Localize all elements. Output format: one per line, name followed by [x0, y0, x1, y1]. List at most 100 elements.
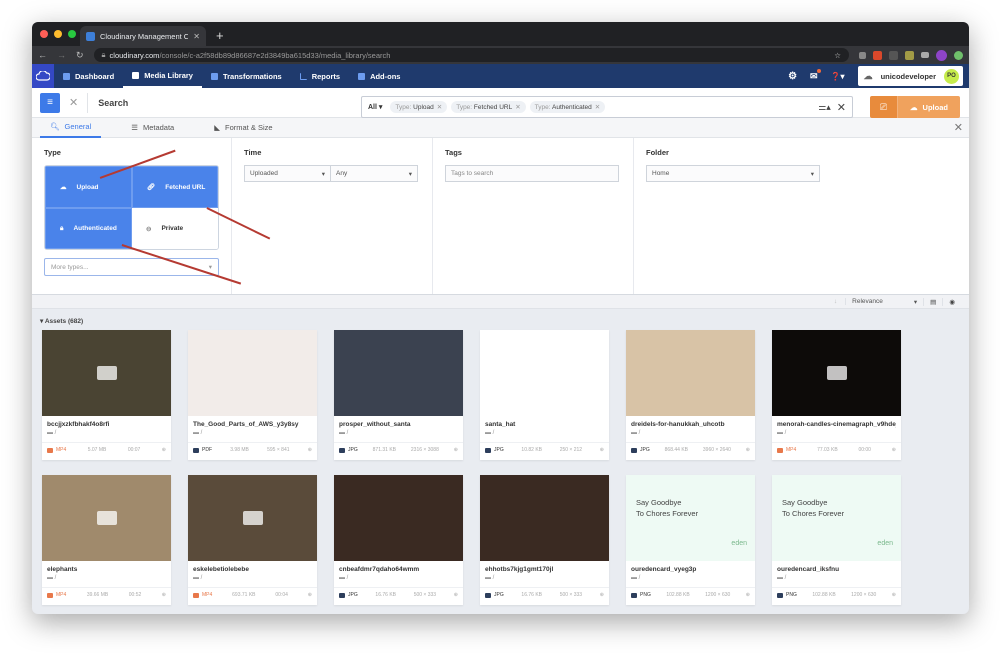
asset-card[interactable]: Say Goodbye To Chores Forever eden oureden… — [772, 475, 901, 605]
minimize-window-button[interactable] — [54, 30, 62, 38]
menu-toggle-button[interactable]: ≡ — [40, 92, 60, 113]
filter-chip[interactable]: Type: Fetched URL ✕ — [451, 101, 526, 113]
nav-media-library[interactable]: Media Library — [123, 64, 202, 88]
address-bar-row: ← → ↻ 🔒︎ cloudinary.com/console/c-a2f58d… — [32, 46, 969, 64]
asset-thumbnail[interactable]: Say Goodbye To Chores Forever eden — [772, 475, 901, 561]
clear-search-icon[interactable]: ✕ — [837, 101, 846, 114]
asset-name: The_Good_Parts_of_AWS_y3y8sy — [193, 421, 299, 428]
asset-card[interactable]: cnbeafdmr7qdaho64wmm ▬ / JPG 16.76 KB 50… — [334, 475, 463, 605]
import-button[interactable]: ⎚ — [870, 96, 898, 118]
advanced-filter-toggle-icon[interactable]: ⚌▴ — [818, 102, 831, 113]
type-fetched-url-option[interactable]: 🔗︎ Fetched URL — [132, 166, 218, 208]
browser-tab[interactable]: Cloudinary Management Console ✕ — [80, 26, 206, 46]
extension-icon[interactable] — [905, 50, 914, 60]
type-private-option[interactable]: ⊖ Private — [132, 208, 218, 249]
list-view-icon[interactable]: ▤ — [924, 297, 944, 306]
asset-thumbnail[interactable] — [480, 475, 609, 561]
upload-button[interactable]: ☁ Upload — [898, 96, 960, 118]
upload-label: Upload — [922, 102, 948, 112]
asset-format: MP4 — [777, 447, 796, 453]
remove-chip-icon[interactable]: ✕ — [595, 104, 600, 111]
asset-thumbnail[interactable] — [480, 330, 609, 416]
asset-thumbnail[interactable] — [188, 330, 317, 416]
asset-card[interactable]: menorah-candles-cinemagraph_v9hdej ▬ / M… — [772, 330, 901, 460]
reload-icon[interactable]: ↻ — [76, 50, 84, 61]
sort-direction-icon[interactable]: ↓ — [826, 298, 847, 305]
close-filter-panel-icon[interactable]: ✕ — [954, 121, 963, 134]
asset-thumbnail[interactable]: Say Goodbye To Chores Forever eden — [626, 475, 755, 561]
tab-label: Format & Size — [225, 123, 273, 132]
new-tab-button[interactable]: + — [216, 28, 224, 43]
asset-thumbnail[interactable] — [42, 330, 171, 416]
asset-card[interactable]: elephants ▬ / MP4 39.66 MB 00:52 ⊕ — [42, 475, 171, 605]
time-range-dropdown[interactable]: Any ▾ — [331, 165, 418, 182]
asset-card[interactable]: ehhotbs7kjg1gmt170jl ▬ / JPG 16.76 KB 50… — [480, 475, 609, 605]
nav-reports[interactable]: Reports — [291, 64, 349, 88]
nav-dashboard[interactable]: Dashboard — [54, 64, 123, 88]
sort-dropdown[interactable]: Relevance ▾ — [846, 297, 925, 306]
user-menu[interactable]: ☁ unicodeveloper PO — [857, 66, 963, 86]
assets-section-header[interactable]: ▾ Assets (682) — [32, 309, 969, 330]
nav-addons[interactable]: Add-ons — [349, 64, 409, 88]
asset-card[interactable]: prosper_without_santa ▬ / JPG 871.31 KB … — [334, 330, 463, 460]
nav-transformations[interactable]: Transformations — [202, 64, 291, 88]
extension-icon[interactable] — [954, 50, 963, 60]
nav-label: Reports — [311, 71, 341, 81]
remove-chip-icon[interactable]: ✕ — [437, 104, 442, 111]
extension-icon[interactable] — [889, 50, 898, 60]
asset-card[interactable]: Say Goodbye To Chores Forever eden oureden… — [626, 475, 755, 605]
back-icon[interactable]: ← — [38, 50, 47, 61]
asset-meta: MP4 77.03 KB 00:00 ⊕ — [772, 442, 901, 453]
asset-card[interactable]: dreidels-for-hanukkah_uhcotb ▬ / JPG 868… — [626, 330, 755, 460]
notifications-icon[interactable]: ✉ — [810, 68, 821, 82]
help-icon[interactable]: ❓▾ — [831, 72, 845, 81]
asset-thumbnail[interactable] — [334, 330, 463, 416]
filter-chip[interactable]: Type: Upload ✕ — [390, 101, 448, 113]
asset-thumbnail[interactable] — [188, 475, 317, 561]
asset-card[interactable]: bccjjxzkfbhakf4o8rfi ▬ / MP4 5.07 MB 00:… — [42, 330, 171, 460]
close-tab-icon[interactable]: ✕ — [193, 32, 200, 41]
extension-icon[interactable] — [859, 51, 866, 59]
close-search-icon[interactable]: ✕ — [69, 96, 78, 109]
asset-card[interactable]: eskelebetiolebebe ▬ / MP4 693.71 KB 00:0… — [188, 475, 317, 605]
tags-input[interactable]: Tags to search — [445, 165, 619, 182]
reading-list-icon[interactable] — [921, 52, 929, 58]
time-field-dropdown[interactable]: Uploaded ▾ — [244, 165, 331, 182]
preview-eye-icon[interactable]: ◉ — [943, 298, 961, 306]
asset-meta: PDF 3.98 MB 595 × 841 ⊕ — [188, 442, 317, 453]
type-authenticated-option[interactable]: 🔒︎ Authenticated — [45, 208, 132, 249]
profile-avatar[interactable] — [936, 49, 947, 61]
extension-icon[interactable] — [873, 50, 882, 60]
asset-format: PNG — [631, 592, 651, 598]
format-size-icon: ◣ — [214, 123, 221, 132]
asset-card[interactable]: santa_hat ▬ / JPG 10.82 KB 250 × 212 ⊕ — [480, 330, 609, 460]
tab-format-size[interactable]: ◣ Format & Size — [204, 118, 282, 138]
tab-metadata[interactable]: ☰ Metadata — [121, 118, 184, 138]
type-upload-option[interactable]: ☁ Upload — [45, 166, 132, 208]
asset-thumbnail[interactable] — [772, 330, 901, 416]
folder-icon: ▬ — [193, 575, 199, 581]
asset-card[interactable]: The_Good_Parts_of_AWS_y3y8sy ▬ / PDF 3.9… — [188, 330, 317, 460]
asset-thumbnail[interactable] — [334, 475, 463, 561]
asset-thumbnail[interactable] — [42, 475, 171, 561]
folder-dropdown[interactable]: Home ▾ — [646, 165, 820, 182]
asset-thumbnail[interactable] — [626, 330, 755, 416]
filter-chip[interactable]: Type: Authenticated ✕ — [529, 101, 606, 113]
type-label: Upload — [76, 183, 99, 191]
window-controls — [40, 30, 76, 38]
scope-dropdown[interactable]: All ▾ — [368, 103, 382, 111]
asset-dimensions: 595 × 841 — [267, 447, 290, 453]
addons-icon — [358, 72, 366, 80]
maximize-window-button[interactable] — [68, 30, 76, 38]
forward-icon[interactable]: → — [57, 50, 66, 61]
tab-general[interactable]: 🔍︎ General — [40, 118, 102, 138]
more-types-placeholder: More types... — [51, 263, 89, 271]
folder-value: Home — [652, 170, 670, 177]
url-field[interactable]: 🔒︎ cloudinary.com/console/c-a2f58db89d86… — [93, 48, 849, 62]
settings-gear-icon[interactable]: ⚙ — [788, 71, 797, 82]
search-query-box[interactable]: All ▾ Type: Upload ✕ Type: Fetched URL ✕ T… — [361, 96, 853, 118]
cloudinary-logo-icon[interactable] — [32, 64, 54, 88]
close-window-button[interactable] — [40, 30, 48, 38]
remove-chip-icon[interactable]: ✕ — [515, 104, 520, 111]
bookmark-star-icon[interactable]: ☆ — [834, 51, 841, 60]
